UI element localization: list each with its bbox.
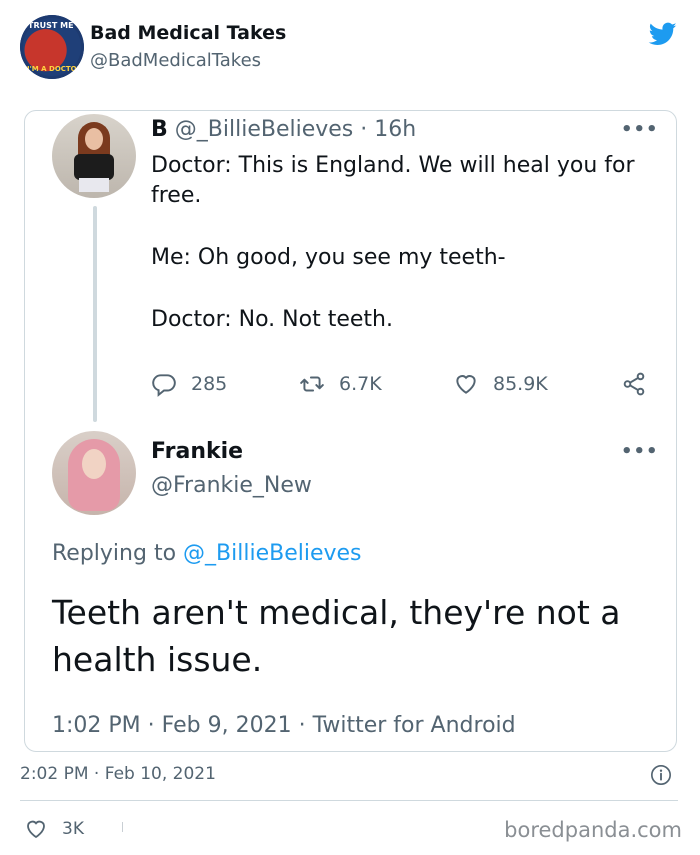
avatar[interactable] bbox=[52, 114, 136, 198]
avatar-caption-top: TRUST ME bbox=[28, 21, 74, 30]
tweet-meta: 1:02 PM · Feb 9, 2021 · Twitter for Andr… bbox=[52, 713, 516, 738]
tweet-text: Teeth aren't medical, they're not a heal… bbox=[52, 593, 621, 679]
display-name[interactable]: B bbox=[151, 117, 168, 142]
more-options-icon[interactable]: ••• bbox=[621, 441, 659, 462]
tweet-meta: 2:02 PM · Feb 10, 2021 bbox=[20, 764, 216, 784]
retweet-count: 6.7K bbox=[339, 373, 382, 395]
like-count: 3K bbox=[62, 819, 84, 839]
reply-icon bbox=[152, 374, 176, 397]
user-handle[interactable]: @_BillieBelieves bbox=[175, 117, 353, 142]
divider bbox=[122, 822, 123, 832]
user-handle[interactable]: @Frankie_New bbox=[151, 473, 312, 498]
like-button[interactable]: 85.9K bbox=[453, 369, 548, 399]
tweet-line: Me: Oh good, you see my teeth- bbox=[151, 245, 506, 270]
avatar-clothing bbox=[79, 178, 109, 192]
timestamp[interactable]: 1:02 PM bbox=[52, 713, 141, 738]
tweet-text: Doctor: This is England. We will heal yo… bbox=[151, 151, 651, 335]
separator: · bbox=[93, 764, 100, 784]
avatar-face bbox=[82, 449, 106, 479]
timestamp[interactable]: 2:02 PM bbox=[20, 764, 89, 784]
separator: · bbox=[147, 713, 155, 738]
share-icon bbox=[623, 372, 645, 396]
separator: · bbox=[298, 713, 306, 738]
date[interactable]: Feb 9, 2021 bbox=[162, 713, 292, 738]
heart-icon bbox=[456, 375, 476, 394]
display-name[interactable]: Frankie bbox=[151, 439, 243, 464]
like-button[interactable]: 3K bbox=[24, 817, 84, 841]
avatar[interactable]: TRUST ME I'M A DOCTOR bbox=[20, 15, 84, 79]
avatar-clothing bbox=[74, 154, 114, 180]
reply-button[interactable]: 285 bbox=[151, 369, 227, 399]
tweet-line: Doctor: This is England. We will heal yo… bbox=[151, 153, 635, 208]
reply-count: 285 bbox=[191, 373, 228, 395]
separator: · bbox=[360, 117, 368, 142]
user-handle[interactable]: @BadMedicalTakes bbox=[90, 50, 261, 71]
quoted-thread-card[interactable]: B @_BillieBelieves · 16h ••• Doctor: Thi… bbox=[24, 110, 677, 752]
twitter-bird-icon[interactable] bbox=[648, 20, 678, 48]
heart-icon bbox=[27, 820, 45, 839]
tweet-line: Doctor: No. Not teeth. bbox=[151, 307, 393, 332]
display-name[interactable]: Bad Medical Takes bbox=[90, 22, 286, 44]
tweet-source: Twitter for Android bbox=[312, 713, 516, 738]
tweet-header: TRUST ME I'M A DOCTOR Bad Medical Takes … bbox=[0, 0, 700, 100]
watermark: boredpanda.com bbox=[504, 818, 682, 842]
mention-link[interactable]: @_BillieBelieves bbox=[183, 541, 361, 566]
replying-to-label: Replying to bbox=[52, 541, 177, 566]
info-icon[interactable] bbox=[650, 764, 672, 786]
thread-connector bbox=[93, 206, 97, 422]
like-count: 85.9K bbox=[493, 373, 548, 395]
tweet-actions: 285 6.7K 85.9K bbox=[151, 369, 651, 399]
more-options-icon[interactable]: ••• bbox=[621, 119, 659, 140]
retweet-button[interactable]: 6.7K bbox=[299, 369, 382, 399]
tweet-author-line: B @_BillieBelieves · 16h bbox=[151, 117, 416, 142]
timestamp[interactable]: 16h bbox=[374, 117, 416, 142]
divider bbox=[20, 800, 678, 801]
share-button[interactable] bbox=[621, 369, 661, 399]
avatar-face bbox=[85, 128, 103, 150]
avatar[interactable] bbox=[52, 431, 136, 515]
date[interactable]: Feb 10, 2021 bbox=[105, 764, 216, 784]
retweet-icon bbox=[300, 376, 324, 392]
replying-to-line: Replying to @_BillieBelieves bbox=[52, 541, 362, 566]
avatar-caption-bottom: I'M A DOCTOR bbox=[27, 65, 83, 73]
